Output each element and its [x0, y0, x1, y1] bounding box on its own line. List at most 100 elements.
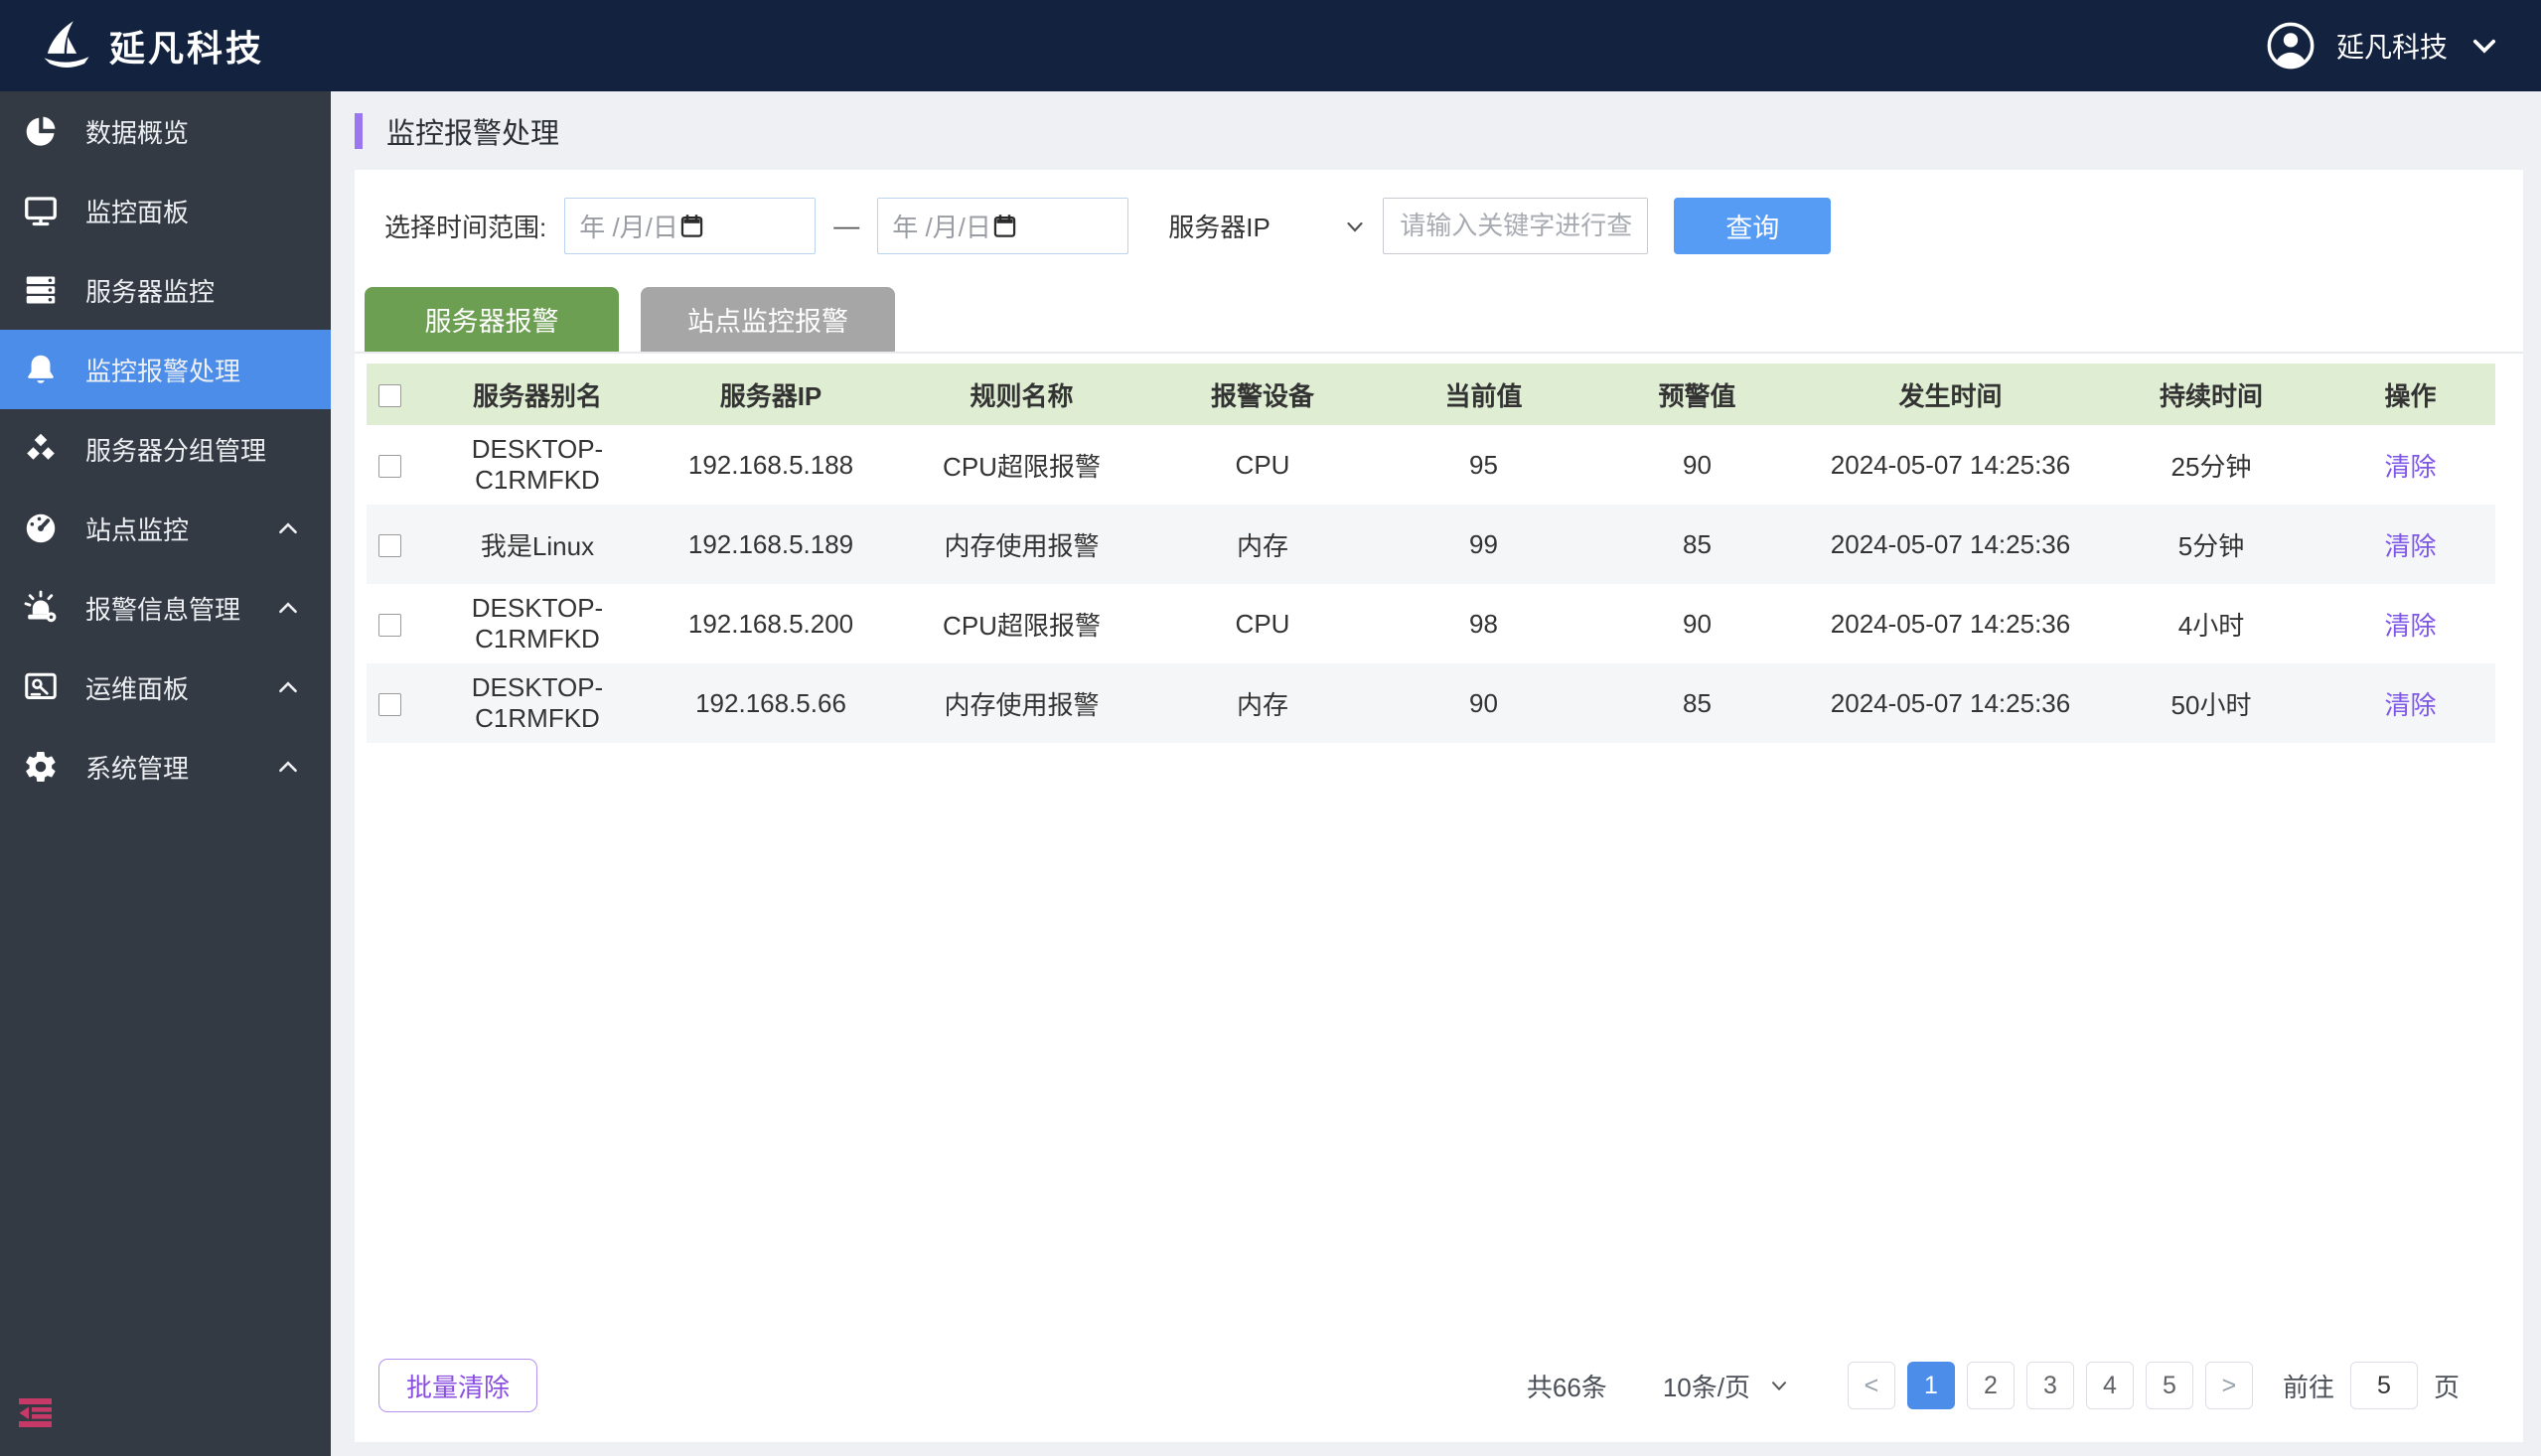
user-name: 延凡科技	[2336, 26, 2448, 66]
chevron-down-icon	[1343, 215, 1367, 238]
brand-name: 延凡科技	[109, 20, 264, 72]
cell-duration: 50小时	[2097, 663, 2325, 743]
sidebar-item-ops-panel[interactable]: 运维面板	[0, 648, 331, 727]
sidebar-item-server-monitor[interactable]: 服务器监控	[0, 250, 331, 330]
filter-bar: 选择时间范围: 年 /月/日 — 年 /月/日 服务器IP	[384, 198, 2523, 254]
cell-alias: DESKTOP-C1RMFKD	[428, 663, 647, 743]
page-header: 监控报警处理	[355, 91, 2523, 170]
sidebar-item-label: 监控报警处理	[85, 352, 240, 388]
sidebar-item-server-groups[interactable]: 服务器分组管理	[0, 409, 331, 489]
page-button-5[interactable]: 5	[2146, 1362, 2193, 1409]
cell-device: 内存	[1148, 505, 1377, 584]
sidebar-item-data-overview[interactable]: 数据概览	[0, 91, 331, 171]
col-header-action: 操作	[2325, 364, 2495, 425]
monitor-icon	[22, 192, 60, 229]
page-button-4[interactable]: 4	[2086, 1362, 2134, 1409]
sidebar-item-label: 报警信息管理	[85, 590, 240, 627]
row-checkbox[interactable]	[378, 693, 401, 716]
col-header-ip: 服务器IP	[647, 364, 895, 425]
clear-action-link[interactable]: 清除	[2384, 690, 2436, 720]
cell-duration: 4小时	[2097, 584, 2325, 663]
sidebar-item-site-monitor[interactable]: 站点监控	[0, 489, 331, 568]
clear-action-link[interactable]: 清除	[2384, 611, 2436, 641]
server-icon	[22, 271, 60, 309]
date-range-separator: —	[833, 211, 859, 241]
sidebar-item-system-admin[interactable]: 系统管理	[0, 727, 331, 806]
cell-ip: 192.168.5.189	[647, 505, 895, 584]
cell-ip: 192.168.5.66	[647, 663, 895, 743]
goto-page-input[interactable]	[2350, 1362, 2418, 1409]
chevron-down-icon	[1768, 1375, 1790, 1396]
server-ip-select[interactable]: 服务器IP	[1168, 208, 1367, 244]
sidebar-item-label: 数据概览	[85, 113, 189, 150]
tab-site-monitor-alarm[interactable]: 站点监控报警	[641, 287, 895, 352]
pagination: 共66条 10条/页 < 1 2 3 4 5 > 前往	[1527, 1362, 2460, 1409]
cell-ip: 192.168.5.200	[647, 584, 895, 663]
clear-action-link[interactable]: 清除	[2384, 531, 2436, 561]
end-date-placeholder: 年 /月/日	[892, 208, 991, 244]
cell-time: 2024-05-07 14:25:36	[1804, 584, 2097, 663]
search-button[interactable]: 查询	[1674, 198, 1831, 254]
row-checkbox[interactable]	[378, 614, 401, 637]
alarm-tabs: 服务器报警 站点监控报警	[355, 287, 2523, 354]
row-checkbox[interactable]	[378, 534, 401, 557]
sidebar-item-alarm-info[interactable]: 报警信息管理	[0, 568, 331, 648]
cell-current: 95	[1377, 425, 1590, 505]
page-button-3[interactable]: 3	[2026, 1362, 2074, 1409]
user-menu[interactable]: 延凡科技	[2265, 20, 2501, 72]
sidebar-item-label: 监控面板	[85, 193, 189, 229]
cell-time: 2024-05-07 14:25:36	[1804, 505, 2097, 584]
server-ip-select-value: 服务器IP	[1168, 208, 1270, 244]
sidebar-item-label: 服务器监控	[85, 272, 215, 309]
end-date-input[interactable]: 年 /月/日	[877, 198, 1128, 254]
sidebar-item-monitor-panel[interactable]: 监控面板	[0, 171, 331, 250]
ops-panel-icon	[22, 668, 60, 706]
table-header-row: 服务器别名 服务器IP 规则名称 报警设备 当前值 预警值 发生时间 持续时间 …	[367, 364, 2495, 425]
col-header-threshold: 预警值	[1590, 364, 1804, 425]
sidebar-nav: 数据概览 监控面板 服务器监控 监控报警处理	[0, 91, 331, 1456]
chevron-up-icon	[275, 595, 301, 621]
siren-icon	[22, 589, 60, 627]
cell-alias: 我是Linux	[428, 505, 647, 584]
goto-suffix: 页	[2434, 1368, 2460, 1404]
gear-icon	[22, 748, 60, 786]
cell-threshold: 90	[1590, 425, 1804, 505]
sidebar-item-label: 站点监控	[85, 510, 189, 547]
start-date-input[interactable]: 年 /月/日	[564, 198, 816, 254]
start-date-placeholder: 年 /月/日	[579, 208, 678, 244]
col-header-alias: 服务器别名	[428, 364, 647, 425]
col-header-device: 报警设备	[1148, 364, 1377, 425]
collapse-menu-icon	[18, 1396, 54, 1428]
chevron-down-icon	[2467, 29, 2501, 63]
clear-action-link[interactable]: 清除	[2384, 452, 2436, 482]
row-checkbox[interactable]	[378, 455, 401, 478]
bell-icon	[22, 351, 60, 388]
page-title: 监控报警处理	[386, 110, 559, 152]
col-header-rule: 规则名称	[895, 364, 1148, 425]
cell-duration: 5分钟	[2097, 505, 2325, 584]
cell-rule: 内存使用报警	[895, 505, 1148, 584]
sidebar-collapse-button[interactable]	[18, 1396, 54, 1428]
table-row: DESKTOP-C1RMFKD 192.168.5.200 CPU超限报警 CP…	[367, 584, 2495, 663]
sidebar-item-label: 系统管理	[85, 749, 189, 786]
top-bar: 延凡科技 延凡科技	[0, 0, 2541, 91]
calendar-icon	[678, 213, 705, 239]
tab-server-alarm[interactable]: 服务器报警	[365, 287, 619, 352]
cell-current: 90	[1377, 663, 1590, 743]
gauge-icon	[22, 510, 60, 547]
next-page-button[interactable]: >	[2205, 1362, 2253, 1409]
sidebar-item-label: 运维面板	[85, 669, 189, 706]
col-header-duration: 持续时间	[2097, 364, 2325, 425]
sailboat-logo-icon	[40, 19, 93, 73]
chevron-up-icon	[275, 754, 301, 780]
title-accent-bar	[355, 113, 363, 149]
batch-clear-button[interactable]: 批量清除	[378, 1359, 537, 1412]
page-button-2[interactable]: 2	[1967, 1362, 2015, 1409]
sidebar-item-alarm-handling[interactable]: 监控报警处理	[0, 330, 331, 409]
select-all-checkbox[interactable]	[378, 384, 401, 407]
page-size-select[interactable]: 10条/页	[1663, 1368, 1790, 1404]
prev-page-button[interactable]: <	[1848, 1362, 1895, 1409]
cell-ip: 192.168.5.188	[647, 425, 895, 505]
page-button-1[interactable]: 1	[1907, 1362, 1955, 1409]
keyword-search-input[interactable]	[1383, 198, 1648, 254]
